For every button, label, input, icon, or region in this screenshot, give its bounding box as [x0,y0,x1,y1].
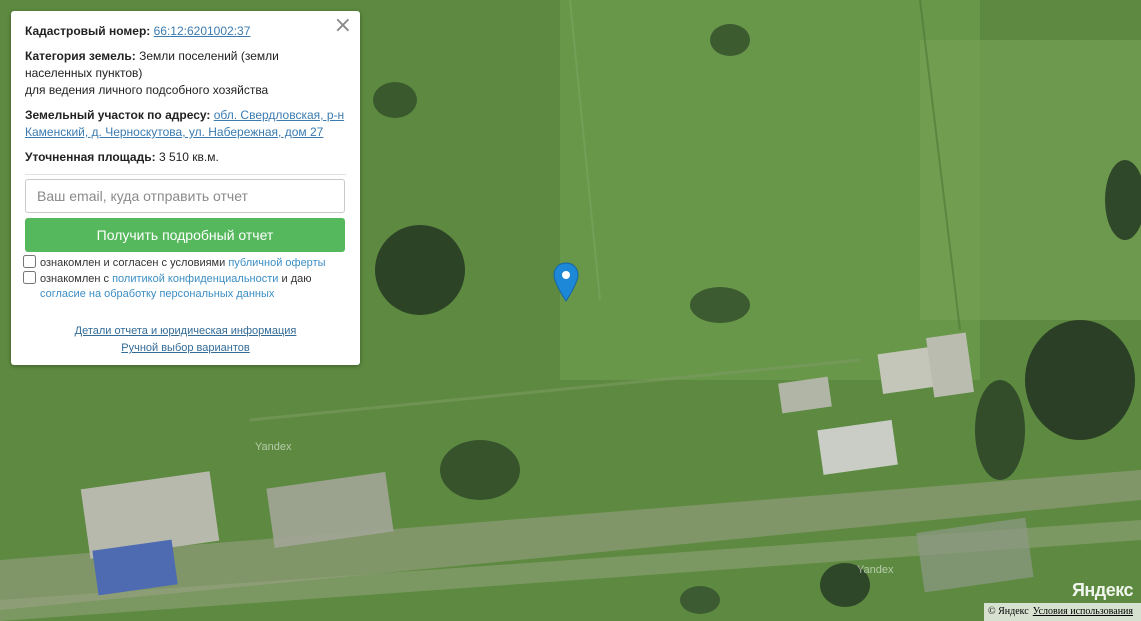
close-icon[interactable]: × [334,15,352,37]
address-row: Земельный участок по адресу: обл. Свердл… [25,107,346,141]
offer-text: ознакомлен и согласен с условиями [40,257,226,269]
privacy-checkbox[interactable] [23,271,36,284]
public-offer-link[interactable]: публичной оферты [228,257,325,269]
privacy-policy-link[interactable]: политикой конфиденциальности [112,273,278,285]
map-pin-icon[interactable] [553,262,579,302]
privacy-text-b: и даю [281,273,312,285]
cadastral-label: Кадастровый номер: [25,24,151,38]
map-watermark: Yandex [255,441,292,453]
area-label: Уточненная площадь: [25,150,156,164]
map-copyright: © Яндекс Условия использования [984,603,1141,621]
terms-link[interactable]: Условия использования [1033,606,1133,617]
email-input[interactable] [25,179,345,213]
divider [25,174,346,175]
report-details-link[interactable]: Детали отчета и юридическая информация [75,323,297,340]
address-label: Земельный участок по адресу: [25,108,211,122]
category-row: Категория земель: Земли поселений (земли… [25,48,346,99]
get-report-button[interactable]: Получить подробный отчет [25,218,345,252]
privacy-text-a: ознакомлен с [40,273,110,285]
category-use: для ведения личного подсобного хозяйства [25,83,269,97]
map-watermark: Yandex [857,564,894,576]
area-value: 3 510 кв.м. [158,150,219,164]
offer-consent: ознакомлен и согласен с условиями публич… [23,255,346,271]
offer-checkbox[interactable] [23,255,36,268]
data-processing-link[interactable]: согласие на обработку персональных данны… [40,288,274,300]
area-row: Уточненная площадь: 3 510 кв.м. [25,149,346,166]
category-label: Категория земель: [25,49,136,63]
parcel-info-panel: × Кадастровый номер: 66:12:6201002:37 Ка… [11,11,360,365]
privacy-consent: ознакомлен с политикой конфиденциальност… [23,271,346,302]
yandex-logo: Яндекс [1071,580,1134,600]
cadastral-row: Кадастровый номер: 66:12:6201002:37 [25,23,346,40]
footer-links: Детали отчета и юридическая информация Р… [25,323,346,357]
manual-selection-link[interactable]: Ручной выбор вариантов [121,340,249,357]
cadastral-number-link[interactable]: 66:12:6201002:37 [154,24,251,38]
copyright-text: © Яндекс [988,606,1029,617]
